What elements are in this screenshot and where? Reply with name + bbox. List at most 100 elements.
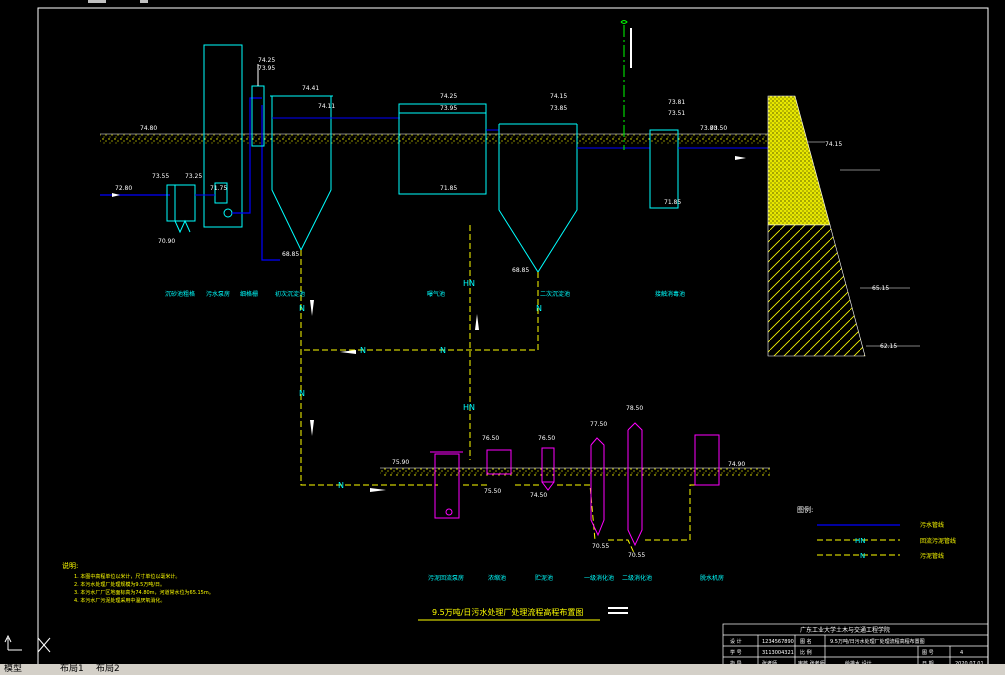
primary-clarifier: 74.41 74.11 68.85 bbox=[270, 85, 400, 258]
svg-text:74.25: 74.25 bbox=[258, 57, 275, 64]
ucs-icon bbox=[4, 634, 51, 653]
river-embankment: 74.15 65.15 62.15 bbox=[767, 95, 920, 357]
svg-text:N: N bbox=[299, 389, 305, 398]
tab-model[interactable]: 模型 bbox=[4, 664, 22, 675]
svg-text:N: N bbox=[860, 552, 865, 560]
tab-layout2[interactable]: 布局2 bbox=[96, 664, 120, 675]
svg-text:73.81: 73.81 bbox=[668, 99, 685, 106]
svg-text:76.50: 76.50 bbox=[538, 435, 555, 442]
svg-text:二级消化池: 二级消化池 bbox=[622, 574, 652, 582]
process-labels-top: 沉砂池粗格 污水泵房 细格栅 初次沉淀池 曝气池 二次沉淀池 接触消毒池 bbox=[165, 290, 685, 298]
sludge-thickener: 76.50 75.50 bbox=[482, 435, 512, 495]
svg-text:71.75: 71.75 bbox=[210, 185, 227, 192]
primary-digester: 77.50 70.55 bbox=[590, 421, 609, 550]
svg-text:说明:: 说明: bbox=[62, 561, 78, 570]
svg-text:78.50: 78.50 bbox=[626, 405, 643, 412]
svg-text:73.95: 73.95 bbox=[440, 105, 457, 112]
svg-text:71.85: 71.85 bbox=[664, 199, 681, 206]
svg-text:N: N bbox=[360, 346, 366, 355]
svg-text:浓缩池: 浓缩池 bbox=[488, 574, 506, 582]
svg-text:65.15: 65.15 bbox=[872, 285, 889, 292]
svg-text:HN: HN bbox=[463, 279, 475, 288]
svg-text:73.95: 73.95 bbox=[258, 65, 275, 72]
svg-text:71.85: 71.85 bbox=[440, 185, 457, 192]
svg-text:污泥回流泵房: 污泥回流泵房 bbox=[428, 574, 464, 582]
svg-text:72.80: 72.80 bbox=[115, 185, 132, 192]
svg-text:贮泥池: 贮泥池 bbox=[535, 574, 553, 582]
svg-text:曝气池: 曝气池 bbox=[427, 290, 445, 298]
svg-text:1234567890: 1234567890 bbox=[762, 639, 794, 645]
svg-text:HN: HN bbox=[463, 403, 475, 412]
svg-text:9.5万吨/日污水处理厂处理流程高程布置图: 9.5万吨/日污水处理厂处理流程高程布置图 bbox=[432, 607, 583, 617]
svg-text:回流污泥管线: 回流污泥管线 bbox=[920, 537, 956, 545]
pipe-letters: N N N N N N HN HN bbox=[299, 279, 542, 490]
svg-text:4. 本污水厂污泥处理采用中温厌氧消化。: 4. 本污水厂污泥处理采用中温厌氧消化。 bbox=[74, 597, 165, 604]
svg-text:学 号: 学 号 bbox=[730, 649, 742, 656]
grit-chamber: 73.55 73.25 70.90 bbox=[152, 173, 202, 245]
svg-text:73.50: 73.50 bbox=[710, 125, 727, 132]
top-toolbar-strip bbox=[0, 0, 1005, 3]
svg-text:73.55: 73.55 bbox=[152, 173, 169, 180]
svg-text:74.90: 74.90 bbox=[728, 461, 745, 468]
sludge-storage-tank: 76.50 74.50 bbox=[530, 435, 555, 499]
legend: 图例: 污水管线 HN 回流污泥管线 N 污泥管线 bbox=[797, 505, 956, 560]
svg-text:68.85: 68.85 bbox=[512, 267, 529, 274]
svg-text:细格栅: 细格栅 bbox=[240, 290, 258, 298]
svg-text:70.55: 70.55 bbox=[628, 552, 645, 559]
svg-text:N: N bbox=[536, 304, 542, 313]
layout-tab-bar: 模型 布局1 布局2 bbox=[0, 664, 1005, 675]
svg-text:1. 本图中高程单位以米计，尺寸单位以毫米计。: 1. 本图中高程单位以米计，尺寸单位以毫米计。 bbox=[74, 573, 180, 580]
svg-text:9.5万吨/日污水处理厂处理流程高程布置图: 9.5万吨/日污水处理厂处理流程高程布置图 bbox=[830, 638, 925, 645]
svg-text:2. 本污水处理厂处理规模为9.5万吨/日。: 2. 本污水处理厂处理规模为9.5万吨/日。 bbox=[74, 581, 165, 588]
svg-text:75.50: 75.50 bbox=[484, 488, 501, 495]
process-labels-bottom: 污泥回流泵房 浓缩池 贮泥池 一级消化池 二级消化池 脱水机房 bbox=[428, 574, 724, 582]
svg-text:70.55: 70.55 bbox=[592, 543, 609, 550]
svg-text:广东工业大学土木与交通工程学院: 广东工业大学土木与交通工程学院 bbox=[800, 626, 890, 634]
svg-text:74.15: 74.15 bbox=[550, 93, 567, 100]
svg-text:脱水机房: 脱水机房 bbox=[700, 574, 724, 582]
rising-main bbox=[232, 97, 280, 261]
svg-text:污泥管线: 污泥管线 bbox=[920, 552, 944, 560]
svg-text:76.50: 76.50 bbox=[482, 435, 499, 442]
svg-text:73.85: 73.85 bbox=[550, 105, 567, 112]
svg-text:73.51: 73.51 bbox=[668, 110, 685, 117]
svg-text:74.80: 74.80 bbox=[140, 125, 157, 132]
svg-text:62.15: 62.15 bbox=[880, 343, 897, 350]
svg-text:73.25: 73.25 bbox=[185, 173, 202, 180]
drawing-title: 9.5万吨/日污水处理厂处理流程高程布置图 bbox=[418, 607, 628, 621]
cad-drawing-canvas[interactable]: 74.80 73.80 75.90 74.90 72.80 73.55 73.2… bbox=[0, 0, 1005, 675]
sludge-pipe-network bbox=[300, 225, 695, 556]
svg-text:68.85: 68.85 bbox=[282, 251, 299, 258]
toolbar-button-left[interactable] bbox=[88, 0, 106, 3]
svg-text:3113004321: 3113004321 bbox=[762, 650, 794, 656]
svg-text:初次沉淀池: 初次沉淀池 bbox=[275, 290, 305, 298]
svg-text:沉砂池粗格: 沉砂池粗格 bbox=[165, 290, 195, 298]
title-block-text: 广东工业大学土木与交通工程学院 设 计 1234567890 图 名 9.5万吨… bbox=[730, 626, 984, 667]
svg-text:N: N bbox=[299, 304, 305, 313]
svg-text:75.90: 75.90 bbox=[392, 459, 409, 466]
tab-layout1[interactable]: 布局1 bbox=[60, 664, 84, 675]
svg-text:N: N bbox=[440, 346, 446, 355]
dewatering-house bbox=[694, 434, 720, 486]
toolbar-button-right[interactable] bbox=[140, 0, 148, 3]
svg-text:接触消毒池: 接触消毒池 bbox=[655, 290, 685, 298]
svg-text:HN: HN bbox=[855, 537, 866, 545]
sludge-return-pump-well bbox=[430, 451, 463, 519]
svg-text:污水泵房: 污水泵房 bbox=[206, 290, 230, 298]
boundary-centerline bbox=[620, 20, 632, 150]
disinfection-tank: 73.81 73.51 71.85 73.50 bbox=[649, 99, 768, 209]
svg-text:图 名: 图 名 bbox=[800, 638, 812, 645]
svg-text:3. 本污水厂厂区地面标高为74.80m，河道常水位为65.: 3. 本污水厂厂区地面标高为74.80m，河道常水位为65.15m。 bbox=[74, 589, 214, 596]
svg-text:比 例: 比 例 bbox=[800, 649, 812, 656]
svg-text:二次沉淀池: 二次沉淀池 bbox=[540, 290, 570, 298]
svg-text:74.11: 74.11 bbox=[318, 103, 335, 110]
svg-text:70.90: 70.90 bbox=[158, 238, 175, 245]
svg-text:N: N bbox=[338, 481, 344, 490]
svg-text:污水管线: 污水管线 bbox=[920, 521, 944, 529]
svg-text:设 计: 设 计 bbox=[730, 638, 742, 645]
svg-text:74.41: 74.41 bbox=[302, 85, 319, 92]
ground-line bbox=[100, 133, 770, 476]
svg-text:4: 4 bbox=[960, 650, 963, 656]
svg-text:图例:: 图例: bbox=[797, 505, 813, 514]
svg-text:77.50: 77.50 bbox=[590, 421, 607, 428]
